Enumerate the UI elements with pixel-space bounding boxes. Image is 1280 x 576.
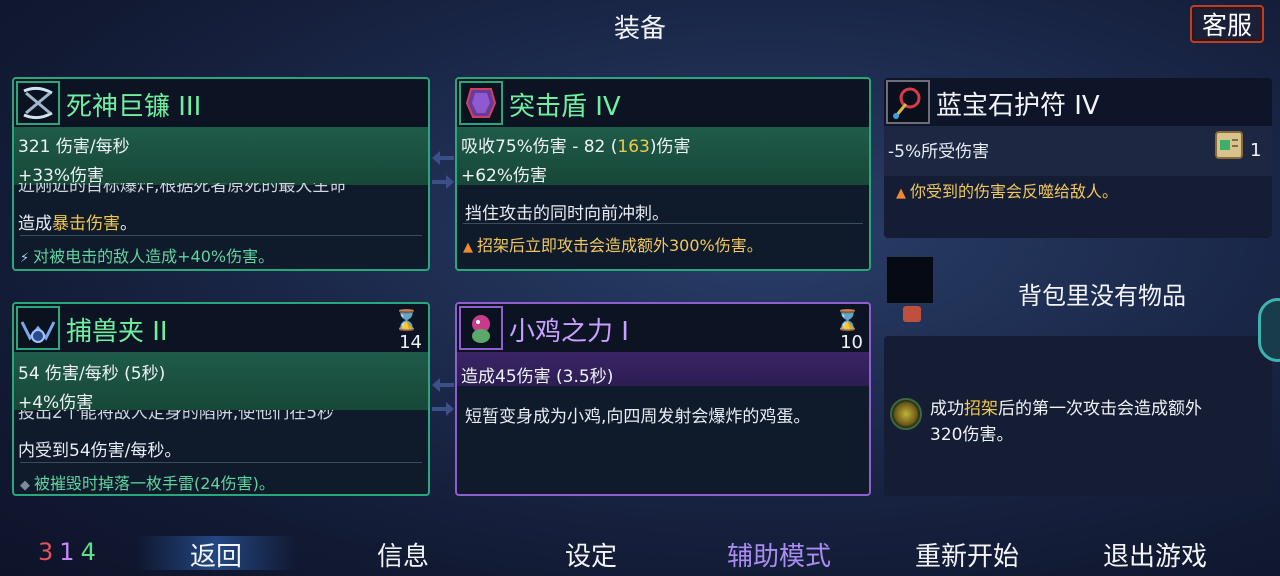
divider xyxy=(20,462,422,463)
weapon-card-scythe[interactable]: 死神巨镰 III 321 伤害/每秒 +33%伤害 近刚近的目标爆炸,根据死者原… xyxy=(12,77,430,271)
item-stat-resist: -5%所受伤害 xyxy=(888,142,990,162)
assist-mode-button[interactable]: 辅助模式 xyxy=(699,536,859,573)
swap-right-arrow[interactable] xyxy=(432,175,454,189)
scroll-count: 1 xyxy=(1250,140,1262,161)
diamond-icon: ◆ xyxy=(20,478,30,493)
item-perk: ◆ 被摧毁时掉落一枚手雷(24伤害)。 xyxy=(20,474,275,493)
restart-button[interactable]: 重新开始 xyxy=(887,536,1047,573)
scythe-icon xyxy=(16,81,60,125)
swap-right-arrow[interactable] xyxy=(432,402,454,416)
info-button[interactable]: 信息 xyxy=(323,536,483,573)
slot-badge-icon xyxy=(903,306,921,322)
page-title: 装备 xyxy=(613,14,666,44)
item-description: 内受到54伤害/每秒。 xyxy=(18,441,182,461)
cooldown-timer: 10 xyxy=(840,332,863,353)
card-header: 死神巨镰 III xyxy=(14,79,428,127)
skill-card-trap[interactable]: 捕兽夹 II ⌛ 14 54 伤害/每秒 (5秒) +4%伤害 投出2个能将敌人… xyxy=(12,302,430,496)
item-description-partial: 近刚近的目标爆炸,根据死者原死的最大生命 xyxy=(18,183,347,196)
back-button[interactable]: 返回 xyxy=(136,536,296,572)
item-description: 短暂变身成为小鸡,向四周发射会爆炸的鸡蛋。 xyxy=(465,407,811,427)
item-stat-damage: 造成45伤害 (3.5秒) xyxy=(461,367,614,387)
item-description: 挡住攻击的同时向前冲刺。 xyxy=(465,204,669,224)
shield-icon xyxy=(459,81,503,125)
hourglass-icon: ⌛ xyxy=(835,308,860,332)
swap-left-arrow[interactable] xyxy=(432,378,454,392)
item-perk: ▲ 招架后立即攻击会造成额外300%伤害。 xyxy=(463,236,763,255)
passive-description: 成功招架后的第一次攻击会造成额外 320伤害。 xyxy=(930,399,1202,445)
item-name: 蓝宝石护符 IV xyxy=(936,91,1100,121)
item-name: 突击盾 IV xyxy=(509,92,621,122)
shield-emblem-icon xyxy=(890,398,922,430)
backpack-empty-text: 背包里没有物品 xyxy=(1018,282,1186,310)
flame-icon: ▲ xyxy=(463,240,473,255)
item-name: 死神巨镰 III xyxy=(66,92,202,122)
backpack-slot[interactable] xyxy=(886,256,934,304)
skill-card-chicken[interactable]: 小鸡之力 I ⌛ 10 造成45伤害 (3.5秒) 短暂变身成为小鸡,向四周发射… xyxy=(455,302,871,496)
item-stat-bonus: +62%伤害 xyxy=(461,166,548,186)
card-header: 小鸡之力 I ⌛ 10 xyxy=(457,304,869,353)
scroll-icon xyxy=(1212,128,1246,162)
cooldown-timer: 14 xyxy=(399,332,422,353)
amulet-card[interactable]: 蓝宝石护符 IV -5%所受伤害 1 ▲ 你受到的伤害会反噬给敌人。 xyxy=(884,78,1272,238)
divider xyxy=(463,223,863,224)
item-description-partial: 投出2个能将敌人定身的陷阱,使他们在5秒 xyxy=(18,410,335,423)
quit-game-button[interactable]: 退出游戏 xyxy=(1075,536,1235,573)
chicken-icon xyxy=(459,306,503,350)
item-name: 捕兽夹 II xyxy=(66,317,168,347)
card-header: 捕兽夹 II ⌛ 14 xyxy=(14,304,428,353)
divider xyxy=(20,235,422,236)
item-perk: ⚡ 对被电击的敌人造成+40%伤害。 xyxy=(20,247,275,266)
swap-left-arrow[interactable] xyxy=(432,151,454,165)
item-perk: ▲ 你受到的伤害会反噬给敌人。 xyxy=(896,182,1119,201)
side-drawer-handle[interactable] xyxy=(1258,298,1280,362)
customer-service-button[interactable]: 客服 xyxy=(1190,5,1264,43)
item-description: 造成暴击伤害。 xyxy=(18,214,137,234)
hourglass-icon: ⌛ xyxy=(394,308,419,332)
counter-display: 314 xyxy=(38,538,102,566)
item-stat-dps: 54 伤害/每秒 (5秒) xyxy=(18,364,166,384)
amulet-icon xyxy=(886,80,930,124)
bear-trap-icon xyxy=(16,306,60,350)
flame-icon: ▲ xyxy=(896,186,906,201)
lightning-icon: ⚡ xyxy=(20,251,30,266)
settings-button[interactable]: 设定 xyxy=(511,536,671,573)
card-header: 蓝宝石护符 IV xyxy=(884,78,1272,126)
item-stat-dps: 321 伤害/每秒 xyxy=(18,137,130,157)
weapon-card-shield[interactable]: 突击盾 IV 吸收75%伤害 - 82 (163)伤害 +62%伤害 挡住攻击的… xyxy=(455,77,871,271)
card-header: 突击盾 IV xyxy=(457,79,869,127)
item-name: 小鸡之力 I xyxy=(509,317,629,347)
item-stat-absorb: 吸收75%伤害 - 82 (163)伤害 xyxy=(461,137,691,157)
